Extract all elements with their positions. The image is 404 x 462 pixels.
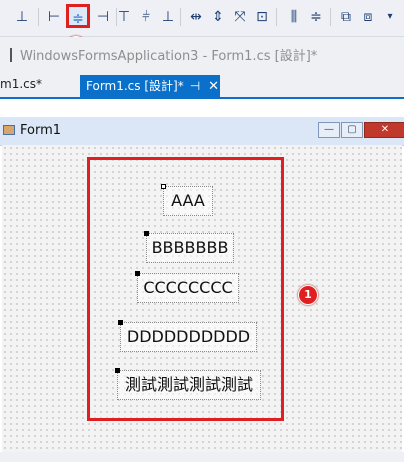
designer-bottom-edge <box>0 452 404 462</box>
make-same-size-icon[interactable]: ⤧ <box>230 7 250 27</box>
toolbar-separator <box>330 8 331 26</box>
label-test[interactable]: 測試測試測試測試 <box>117 370 261 400</box>
tab-label: Form1.cs [設計]* <box>86 79 184 93</box>
form-title: Form1 <box>20 123 62 138</box>
toolbar-separator <box>276 8 277 26</box>
label-dddddddddd[interactable]: DDDDDDDDDD <box>120 322 257 352</box>
label-aaa[interactable]: AAA <box>163 186 213 216</box>
document-title-text: WindowsFormsApplication3 - Form1.cs [設計]… <box>20 49 318 64</box>
toolbar-separator <box>180 8 181 26</box>
form-icon <box>3 125 15 135</box>
label-cccccccc[interactable]: CCCCCCCC <box>137 273 239 303</box>
toolbar-overflow-icon[interactable]: ▾ <box>380 7 400 27</box>
selection-handle[interactable] <box>115 368 120 373</box>
align-middles-icon[interactable]: ⫩ <box>136 7 156 27</box>
align-lefts-icon[interactable]: ⊥ <box>12 7 32 27</box>
size-to-grid-icon[interactable]: ⊡ <box>252 7 272 27</box>
form-title-bar: Form1 — ▢ ✕ <box>0 117 404 146</box>
document-title-bar: WindowsFormsApplication3 - Form1.cs [設計]… <box>0 37 404 75</box>
bring-to-front-icon[interactable]: ⧉ <box>336 7 356 27</box>
tab-form1-code[interactable]: m1.cs* <box>0 77 42 91</box>
selection-handle[interactable] <box>135 271 140 276</box>
maximize-button[interactable]: ▢ <box>341 122 363 138</box>
document-title: WindowsFormsApplication3 - Form1.cs [設計]… <box>10 45 317 64</box>
minimize-button[interactable]: — <box>318 122 340 138</box>
align-bottoms-icon[interactable]: ⊥ <box>158 7 178 27</box>
close-button[interactable]: ✕ <box>364 122 404 138</box>
toolbar-separator <box>38 8 39 26</box>
pin-icon[interactable]: ⊣ <box>190 79 200 93</box>
layout-toolbar: ⊥ ⊢ ≑ ⊣ ⊤ ⫩ ⊥ ⇹ ⇕ ⤧ ⊡ ⫼ ≑ ⧉ ⧈ ▾ 2 <box>0 0 404 56</box>
close-tab-icon[interactable]: ✕ <box>208 79 219 94</box>
align-right-icon[interactable]: ⊣ <box>93 7 113 27</box>
selection-handle[interactable] <box>118 320 123 325</box>
tab-form1-designer[interactable]: Form1.cs [設計]* ⊣ ✕ <box>80 75 220 97</box>
vs-logo-icon <box>10 48 12 62</box>
align-centers-icon[interactable]: ≑ <box>66 4 90 28</box>
center-vertically-icon[interactable]: ≑ <box>306 7 326 27</box>
center-horizontally-icon[interactable]: ⫼ <box>284 7 304 27</box>
selection-handle[interactable] <box>144 231 149 236</box>
make-same-height-icon[interactable]: ⇕ <box>208 7 228 27</box>
make-same-width-icon[interactable]: ⇹ <box>186 7 206 27</box>
primary-selection-handle[interactable] <box>161 184 166 189</box>
label-bbbbbbb[interactable]: BBBBBBB <box>146 233 234 263</box>
align-left-icon[interactable]: ⊢ <box>44 7 64 27</box>
editor-tabs: m1.cs* Form1.cs [設計]* ⊣ ✕ <box>0 75 404 99</box>
callout-badge-1: 1 <box>298 285 318 305</box>
align-tops-icon[interactable]: ⊤ <box>114 7 134 27</box>
send-to-back-icon[interactable]: ⧈ <box>358 7 378 27</box>
